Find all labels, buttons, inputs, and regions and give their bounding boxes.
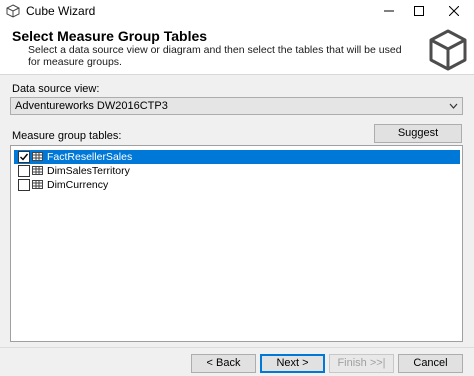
next-button[interactable]: Next > — [260, 354, 325, 373]
window-title: Cube Wizard — [26, 4, 96, 18]
cancel-button[interactable]: Cancel — [398, 354, 463, 373]
cube-wizard-app-icon — [6, 4, 20, 18]
title-bar: Cube Wizard — [0, 0, 474, 22]
measure-group-table-list[interactable]: FactResellerSales DimSalesTerritory DimC… — [10, 145, 463, 342]
dsv-dropdown[interactable]: Adventureworks DW2016CTP3 — [10, 97, 463, 115]
back-button[interactable]: < Back — [191, 354, 256, 373]
dsv-label: Data source view: — [12, 83, 100, 95]
checkmark-icon — [20, 153, 29, 161]
cube-icon — [429, 29, 467, 71]
close-button[interactable] — [437, 0, 471, 22]
page-title: Select Measure Group Tables — [12, 28, 208, 44]
table-checkbox[interactable] — [18, 151, 30, 163]
minimize-icon — [384, 10, 394, 12]
table-icon — [32, 152, 43, 161]
table-name: DimCurrency — [47, 179, 109, 191]
table-name: DimSalesTerritory — [47, 165, 130, 177]
maximize-icon — [414, 6, 424, 16]
table-name: FactResellerSales — [47, 151, 133, 163]
list-item[interactable]: DimSalesTerritory — [14, 164, 460, 178]
table-icon — [32, 166, 43, 175]
minimize-button[interactable] — [372, 0, 406, 22]
page-description: Select a data source view or diagram and… — [28, 44, 402, 68]
list-item[interactable]: FactResellerSales — [14, 150, 460, 164]
close-icon — [449, 6, 459, 16]
finish-button[interactable]: Finish >>| — [329, 354, 394, 373]
table-checkbox[interactable] — [18, 179, 30, 191]
footer-divider — [0, 347, 474, 348]
table-icon — [32, 180, 43, 189]
wizard-header: Select Measure Group Tables Select a dat… — [0, 22, 474, 75]
dsv-selected-value: Adventureworks DW2016CTP3 — [15, 100, 168, 112]
table-checkbox[interactable] — [18, 165, 30, 177]
tables-label: Measure group tables: — [12, 130, 122, 142]
maximize-button[interactable] — [402, 0, 436, 22]
chevron-down-icon — [449, 103, 458, 109]
list-item[interactable]: DimCurrency — [14, 178, 460, 192]
suggest-button[interactable]: Suggest — [374, 124, 462, 143]
